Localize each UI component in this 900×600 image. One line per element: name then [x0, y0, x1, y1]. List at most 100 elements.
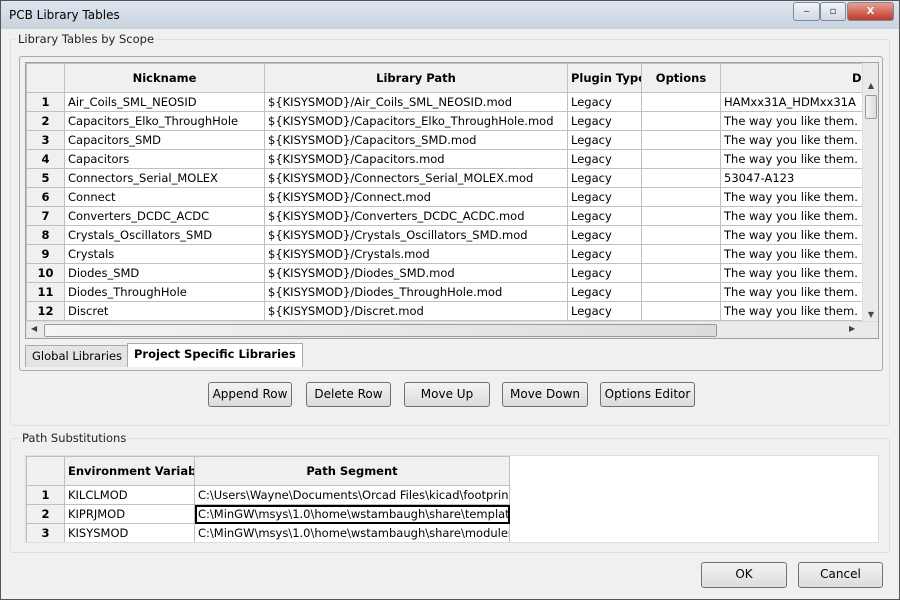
table-row[interactable]: 7 Converters_DCDC_ACDC ${KISYSMOD}/Convert…	[26, 206, 878, 226]
nickname-cell[interactable]: Connectors_Serial_MOLEX	[64, 168, 265, 188]
table-row[interactable]: 1 Air_Coils_SML_NEOSID ${KISYSMOD}/Air_Coi…	[26, 92, 878, 112]
description-cell[interactable]: The way you like them.	[720, 187, 878, 207]
plugin-type-cell[interactable]: Legacy	[567, 111, 642, 131]
library-path-cell[interactable]: ${KISYSMOD}/Crystals.mod	[264, 244, 568, 264]
options-cell[interactable]	[641, 111, 721, 131]
library-path-cell[interactable]: ${KISYSMOD}/Capacitors_Elko_ThroughHole.…	[264, 111, 568, 131]
plugin-type-cell[interactable]: Legacy	[567, 301, 642, 321]
options-cell[interactable]	[641, 301, 721, 321]
library-path-cell[interactable]: ${KISYSMOD}/Capacitors.mod	[264, 149, 568, 169]
env-variable-cell[interactable]: KIPRJMOD	[64, 504, 195, 524]
nickname-cell[interactable]: Connect	[64, 187, 265, 207]
table-row[interactable]: 5 Connectors_Serial_MOLEX ${KISYSMOD}/Conn…	[26, 168, 878, 188]
options-cell[interactable]	[641, 130, 721, 150]
options-cell[interactable]	[641, 225, 721, 245]
scroll-right-icon[interactable]: ▶	[849, 324, 855, 333]
env-variable-cell[interactable]: KILCLMOD	[64, 485, 195, 505]
scroll-up-icon[interactable]: ▲	[863, 81, 878, 90]
table-row[interactable]: 8 Crystals_Oscillators_SMD ${KISYSMOD}/Cry…	[26, 225, 878, 245]
description-cell[interactable]: The way you like them.	[720, 206, 878, 226]
nickname-cell[interactable]: Air_Coils_SML_NEOSID	[64, 92, 265, 112]
nickname-cell[interactable]: Diodes_SMD	[64, 263, 265, 283]
table-row[interactable]: 9 Crystals ${KISYSMOD}/Crystals.mod Legacy T…	[26, 244, 878, 264]
maximize-button[interactable]: ▫	[820, 2, 846, 21]
description-cell[interactable]: The way you like them.	[720, 130, 878, 150]
plugin-type-cell[interactable]: Legacy	[567, 206, 642, 226]
table-row[interactable]: 4 Capacitors ${KISYSMOD}/Capacitors.mod Leg…	[26, 149, 878, 169]
plugin-type-cell[interactable]: Legacy	[567, 263, 642, 283]
path-segment-cell[interactable]: C:\MinGW\msys\1.0\home\wstambaugh\share\…	[194, 504, 510, 524]
library-path-cell[interactable]: ${KISYSMOD}/Discret.mod	[264, 301, 568, 321]
description-cell[interactable]: The way you like them.	[720, 149, 878, 169]
options-cell[interactable]	[641, 282, 721, 302]
options-cell[interactable]	[641, 244, 721, 264]
tab-global-libraries[interactable]: Global Libraries	[25, 345, 130, 367]
plugin-type-cell[interactable]: Legacy	[567, 244, 642, 264]
description-cell[interactable]: The way you like them.	[720, 282, 878, 302]
env-variable-cell[interactable]: KISYSMOD	[64, 523, 195, 542]
options-cell[interactable]	[641, 149, 721, 169]
ok-button[interactable]: OK	[701, 562, 787, 588]
plugin-type-cell[interactable]: Legacy	[567, 168, 642, 188]
table-row[interactable]: 2 KIPRJMOD C:\MinGW\msys\1.0\home\wstambau…	[26, 504, 510, 524]
plugin-type-cell[interactable]: Legacy	[567, 282, 642, 302]
description-cell[interactable]: The way you like them.	[720, 225, 878, 245]
options-cell[interactable]	[641, 168, 721, 188]
description-cell[interactable]: 53047-A123	[720, 168, 878, 188]
options-editor-button[interactable]: Options Editor	[600, 382, 695, 407]
table-row[interactable]: 3 Capacitors_SMD ${KISYSMOD}/Capacitors_SM…	[26, 130, 878, 150]
options-cell[interactable]	[641, 263, 721, 283]
description-cell[interactable]: The way you like them.	[720, 244, 878, 264]
move-down-button[interactable]: Move Down	[502, 382, 588, 407]
plugin-type-cell[interactable]: Legacy	[567, 92, 642, 112]
description-cell[interactable]: The way you like them.	[720, 301, 878, 321]
column-header-options[interactable]: Options	[641, 63, 721, 93]
library-path-cell[interactable]: ${KISYSMOD}/Capacitors_SMD.mod	[264, 130, 568, 150]
append-row-button[interactable]: Append Row	[208, 382, 292, 407]
column-header-nickname[interactable]: Nickname	[64, 63, 265, 93]
options-cell[interactable]	[641, 187, 721, 207]
table-row[interactable]: 10 Diodes_SMD ${KISYSMOD}/Diodes_SMD.mod Le…	[26, 263, 878, 283]
table-row[interactable]: 1 KILCLMOD C:\Users\Wayne\Documents\Orcad …	[26, 485, 510, 505]
nickname-cell[interactable]: Capacitors_Elko_ThroughHole	[64, 111, 265, 131]
table-row[interactable]: 2 Capacitors_Elko_ThroughHole ${KISYSMOD}/…	[26, 111, 878, 131]
options-cell[interactable]	[641, 206, 721, 226]
path-segment-cell[interactable]: C:\MinGW\msys\1.0\home\wstambaugh\share\…	[194, 523, 510, 542]
scroll-left-icon[interactable]: ◀	[31, 324, 37, 333]
library-path-cell[interactable]: ${KISYSMOD}/Connectors_Serial_MOLEX.mod	[264, 168, 568, 188]
cancel-button[interactable]: Cancel	[798, 562, 883, 588]
nickname-cell[interactable]: Capacitors_SMD	[64, 130, 265, 150]
plugin-type-cell[interactable]: Legacy	[567, 149, 642, 169]
description-cell[interactable]: The way you like them.	[720, 111, 878, 131]
close-button[interactable]: X	[847, 2, 894, 21]
nickname-cell[interactable]: Capacitors	[64, 149, 265, 169]
column-header-plugin-type[interactable]: Plugin Type	[567, 63, 642, 93]
horizontal-scroll-thumb[interactable]	[44, 324, 717, 337]
nickname-cell[interactable]: Discret	[64, 301, 265, 321]
nickname-cell[interactable]: Crystals_Oscillators_SMD	[64, 225, 265, 245]
move-up-button[interactable]: Move Up	[404, 382, 490, 407]
nickname-cell[interactable]: Converters_DCDC_ACDC	[64, 206, 265, 226]
column-header-library-path[interactable]: Library Path	[264, 63, 568, 93]
table-row[interactable]: 12 Discret ${KISYSMOD}/Discret.mod Legacy Th…	[26, 301, 878, 321]
description-cell[interactable]: HAMxx31A_HDMxx31A	[720, 92, 878, 112]
column-header-environment-variable[interactable]: Environment Variable	[64, 456, 195, 486]
library-path-cell[interactable]: ${KISYSMOD}/Connect.mod	[264, 187, 568, 207]
scroll-down-icon[interactable]: ▼	[863, 310, 878, 319]
library-path-cell[interactable]: ${KISYSMOD}/Air_Coils_SML_NEOSID.mod	[264, 92, 568, 112]
minimize-button[interactable]: ‒	[793, 2, 820, 21]
vertical-scroll-thumb[interactable]	[865, 95, 877, 119]
table-row[interactable]: 3 KISYSMOD C:\MinGW\msys\1.0\home\wstambau…	[26, 523, 510, 542]
tab-project-specific-libraries[interactable]: Project Specific Libraries	[127, 343, 303, 367]
plugin-type-cell[interactable]: Legacy	[567, 225, 642, 245]
plugin-type-cell[interactable]: Legacy	[567, 187, 642, 207]
vertical-scrollbar[interactable]: ▲ ▼	[862, 63, 878, 321]
library-path-cell[interactable]: ${KISYSMOD}/Converters_DCDC_ACDC.mod	[264, 206, 568, 226]
description-cell[interactable]: The way you like them.	[720, 263, 878, 283]
options-cell[interactable]	[641, 92, 721, 112]
path-segment-cell[interactable]: C:\Users\Wayne\Documents\Orcad Files\kic…	[194, 485, 510, 505]
nickname-cell[interactable]: Diodes_ThroughHole	[64, 282, 265, 302]
column-header-description[interactable]: Desc	[720, 63, 878, 93]
library-path-cell[interactable]: ${KISYSMOD}/Diodes_SMD.mod	[264, 263, 568, 283]
table-row[interactable]: 11 Diodes_ThroughHole ${KISYSMOD}/Diodes_T…	[26, 282, 878, 302]
